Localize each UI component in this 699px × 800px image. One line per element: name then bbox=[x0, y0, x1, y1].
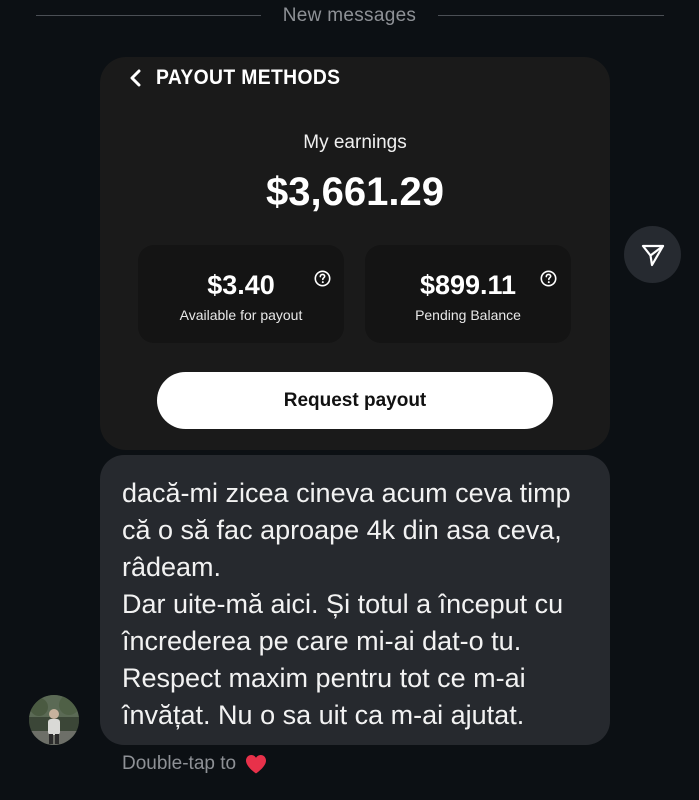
card-title: PAYOUT METHODS bbox=[156, 66, 341, 89]
new-messages-label: New messages bbox=[282, 5, 417, 26]
help-circle-icon[interactable] bbox=[314, 270, 331, 287]
earnings-label: My earnings bbox=[303, 132, 407, 153]
message-paragraph: Dar uite-mă aici. Și totul a început cu … bbox=[122, 589, 564, 730]
message-paragraph: dacă-mi zicea cineva acum ceva timp că o… bbox=[122, 478, 571, 582]
avatar[interactable] bbox=[29, 695, 79, 745]
message-bubble[interactable]: dacă-mi zicea cineva acum ceva timp că o… bbox=[100, 455, 610, 745]
available-payout-caption: Available for payout bbox=[179, 307, 303, 323]
pending-balance-caption: Pending Balance bbox=[415, 307, 521, 323]
send-icon bbox=[640, 242, 666, 268]
heart-icon[interactable] bbox=[244, 753, 268, 775]
pending-balance-box: $899.11 Pending Balance bbox=[365, 245, 571, 343]
request-payout-button[interactable]: Request payout bbox=[157, 372, 553, 429]
double-tap-hint: Double-tap to bbox=[122, 753, 268, 775]
share-button[interactable] bbox=[624, 226, 681, 283]
card-header: PAYOUT METHODS bbox=[128, 66, 356, 90]
double-tap-label: Double-tap to bbox=[122, 753, 237, 774]
available-payout-box: $3.40 Available for payout bbox=[138, 245, 344, 343]
divider-line-right bbox=[438, 15, 664, 16]
help-circle-icon[interactable] bbox=[540, 270, 557, 287]
chevron-left-icon bbox=[128, 69, 142, 87]
earnings-amount: $3,661.29 bbox=[266, 170, 444, 214]
message-text: dacă-mi zicea cineva acum ceva timp că o… bbox=[122, 475, 594, 734]
divider-line-left bbox=[36, 15, 261, 16]
new-messages-divider: New messages bbox=[0, 0, 699, 32]
